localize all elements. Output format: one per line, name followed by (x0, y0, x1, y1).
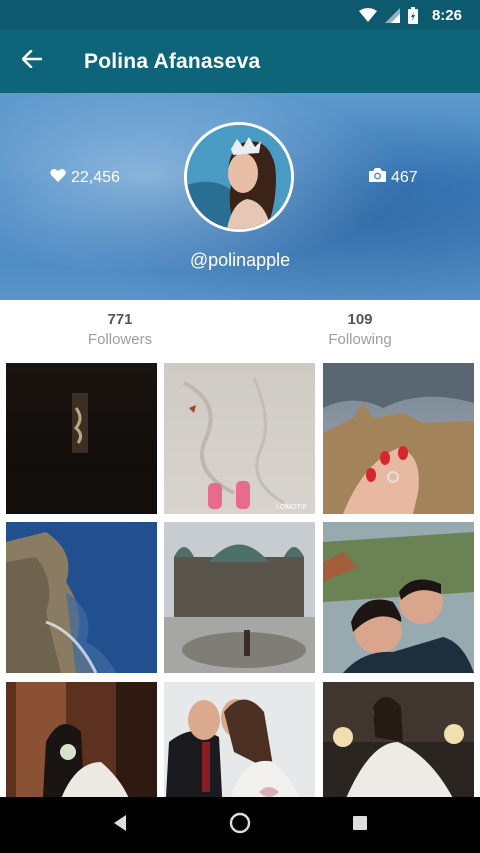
system-nav-bar (0, 797, 480, 853)
followers-button[interactable]: 771 Followers (0, 300, 240, 362)
profile-header: 22,456 467 @polinapple (0, 93, 480, 300)
likes-count: 22,456 (71, 169, 120, 186)
status-bar: 8:26 (0, 0, 480, 30)
photo-thumbnail[interactable]: LOMOTIF (164, 363, 315, 514)
photos-stat: 467 (369, 168, 418, 187)
photo-thumbnail[interactable] (6, 363, 157, 514)
followers-label: Followers (87, 331, 153, 348)
photo-thumbnail[interactable] (6, 682, 157, 797)
nav-home-button[interactable] (220, 805, 260, 845)
following-button[interactable]: 109 Following (240, 300, 480, 362)
username-handle: @polinapple (189, 250, 291, 270)
app-bar: Polina Afanaseva (0, 30, 480, 93)
photo-thumbnail[interactable] (164, 522, 315, 673)
back-button[interactable] (0, 30, 64, 93)
nav-recents-button[interactable] (340, 805, 380, 845)
photo-thumbnail[interactable] (6, 522, 157, 673)
likes-stat: 22,456 (50, 168, 120, 188)
lomotif-watermark: LOMOTIF (276, 504, 307, 511)
photo-thumbnail[interactable] (323, 363, 474, 514)
nav-back-icon (112, 814, 128, 837)
nav-home-icon (229, 812, 251, 839)
avatar[interactable] (184, 122, 294, 232)
page-title: Polina Afanaseva (84, 49, 261, 73)
photos-count: 467 (391, 168, 418, 186)
following-label: Following (328, 331, 392, 348)
heart-icon (50, 168, 66, 188)
signal-icon (384, 7, 400, 23)
followers-count: 771 (107, 311, 133, 328)
photo-grid: LOMOTIF (0, 362, 480, 797)
back-arrow-icon (21, 49, 43, 73)
status-time: 8:26 (431, 6, 462, 24)
following-count: 109 (347, 311, 373, 328)
photo-thumbnail[interactable] (323, 522, 474, 673)
photo-thumbnail[interactable] (164, 682, 315, 797)
nav-back-button[interactable] (100, 805, 140, 845)
follow-stats: 771 Followers 109 Following (0, 300, 480, 362)
camera-icon (369, 168, 386, 187)
wifi-icon (358, 7, 377, 23)
battery-icon (407, 6, 418, 24)
nav-recents-icon (352, 815, 368, 836)
photo-thumbnail[interactable] (323, 682, 474, 797)
